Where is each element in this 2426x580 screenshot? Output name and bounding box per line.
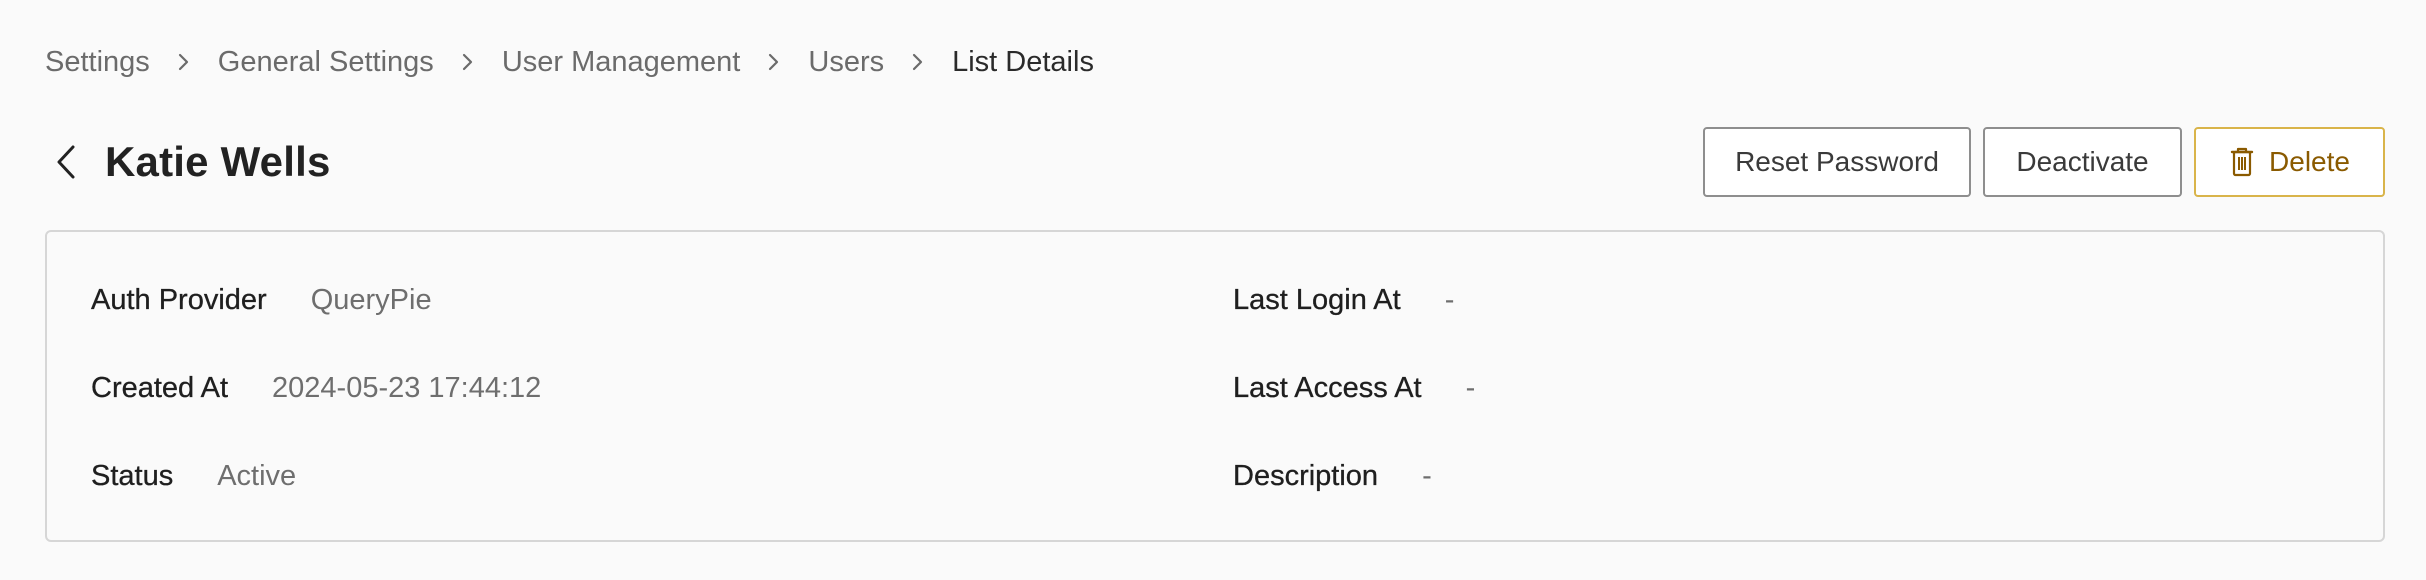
last-access-at-label: Last Access At xyxy=(1233,371,1422,404)
page-title: Katie Wells xyxy=(105,138,331,185)
deactivate-label: Deactivate xyxy=(2016,146,2149,177)
auth-provider-label: Auth Provider xyxy=(91,283,267,316)
breadcrumb-item-user-management[interactable]: User Management xyxy=(502,46,741,79)
last-login-at-field: Last Login At - xyxy=(1233,278,1455,322)
created-at-field: Created At 2024-05-23 17:44:12 xyxy=(91,366,541,410)
breadcrumb-item-general-settings[interactable]: General Settings xyxy=(218,46,434,79)
description-value: - xyxy=(1422,459,1432,492)
created-at-label: Created At xyxy=(91,371,229,404)
header-actions: Reset Password Deactivate Delete xyxy=(1703,127,2385,197)
last-access-at-value: - xyxy=(1465,371,1476,404)
description-label: Description xyxy=(1233,459,1379,492)
breadcrumb: Settings General Settings User Managemen… xyxy=(45,40,1094,84)
user-details-card: Auth Provider QueryPie Created At 2024-0… xyxy=(45,230,2385,542)
delete-button[interactable]: Delete xyxy=(2194,127,2385,197)
breadcrumb-item-list-details: List Details xyxy=(952,45,1094,78)
page-header: Katie Wells Reset Password Deactivate De… xyxy=(45,124,2385,200)
back-button[interactable] xyxy=(55,132,101,192)
reset-password-button[interactable]: Reset Password xyxy=(1703,127,1971,197)
auth-provider-field: Auth Provider QueryPie xyxy=(91,278,432,322)
chevron-left-icon xyxy=(55,144,77,180)
chevron-right-icon xyxy=(884,40,952,84)
status-value: Active xyxy=(217,459,297,492)
auth-provider-value: QueryPie xyxy=(310,283,432,316)
trash-icon xyxy=(2229,146,2255,178)
deactivate-button[interactable]: Deactivate xyxy=(1983,127,2182,197)
status-label: Status xyxy=(91,459,174,492)
last-access-at-field: Last Access At - xyxy=(1233,366,1475,410)
last-login-at-value: - xyxy=(1444,283,1455,316)
reset-password-label: Reset Password xyxy=(1735,146,1939,177)
breadcrumb-item-settings[interactable]: Settings xyxy=(45,46,150,79)
chevron-right-icon xyxy=(740,40,808,84)
description-field: Description - xyxy=(1233,454,1432,498)
chevron-right-icon xyxy=(150,40,218,84)
user-detail-page: Settings General Settings User Managemen… xyxy=(0,0,2426,580)
status-field: Status Active xyxy=(91,454,296,498)
chevron-right-icon xyxy=(434,40,502,84)
created-at-value: 2024-05-23 17:44:12 xyxy=(272,371,542,404)
last-login-at-label: Last Login At xyxy=(1233,283,1401,316)
breadcrumb-item-users[interactable]: Users xyxy=(808,46,884,79)
delete-label: Delete xyxy=(2269,146,2350,177)
